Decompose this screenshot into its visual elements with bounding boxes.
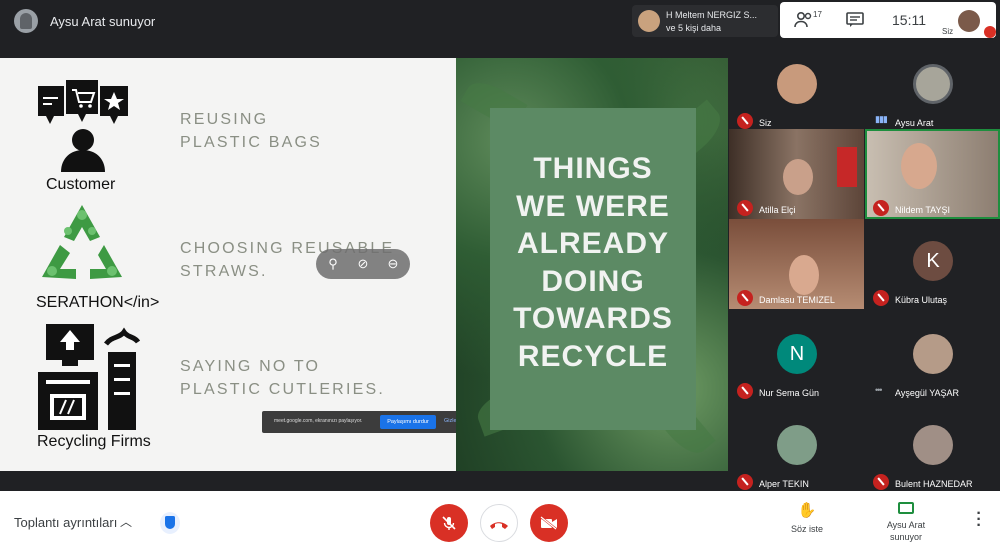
presentation-slide: Customer REUSING PLASTIC BAGS SERATHON</…	[0, 58, 728, 471]
screen-share-banner: meet.google.com, ekranınızı paylaşıyor. …	[262, 411, 462, 433]
end-call-button[interactable]	[480, 504, 518, 542]
slide-right-panel: THINGS WE WERE ALREADY DOING TOWARDS REC…	[456, 58, 728, 471]
customer-icon	[36, 78, 130, 174]
participant-tile-alper-tekin[interactable]: Alper TEKIN	[729, 403, 864, 493]
muted-mic-icon	[737, 200, 753, 216]
pin-icon[interactable]: ⚲	[324, 255, 342, 273]
participant-name: Nur Sema Gün	[759, 388, 820, 398]
participant-count: 17	[813, 10, 822, 19]
meeting-details-button[interactable]: Toplantı ayrıntıları	[14, 515, 117, 530]
hide-banner-link[interactable]: Gizle	[444, 418, 457, 424]
participant-name: Bulent HAZNEDAR	[895, 479, 973, 489]
participant-name: Alper TEKIN	[759, 479, 809, 489]
share-banner-text: meet.google.com, ekranınızı paylaşıyor.	[274, 418, 363, 424]
slide-title: THINGS WE WERE ALREADY DOING TOWARDS REC…	[513, 152, 673, 373]
participant-tile-nur-sema-gun[interactable]: N Nur Sema Gün	[729, 312, 864, 402]
muted-mic-icon	[737, 474, 753, 490]
clock: 15:11	[892, 12, 926, 28]
bottom-bar: Toplantı ayrıntıları ︿ ✋ Söz iste Aysu A…	[0, 491, 1000, 553]
participant-name: Damlasu TEMIZEL	[759, 295, 835, 305]
raise-hand-button[interactable]: ✋ Söz iste	[787, 501, 827, 537]
camera-off-icon	[540, 516, 557, 530]
recycle-icon	[34, 201, 130, 293]
presenter-avatar	[14, 9, 38, 33]
top-bar: Aysu Arat sunuyor H Meltem NERGIZ S... v…	[0, 0, 1000, 42]
remove-icon[interactable]: ⊖	[384, 255, 402, 273]
top-right-panel: 17 15:11 Siz	[780, 2, 996, 38]
slide-left-panel: Customer REUSING PLASTIC BAGS SERATHON</…	[0, 58, 462, 471]
participant-tile-atilla-elci[interactable]: Atilla Elçi	[729, 129, 864, 219]
meet-window: Aysu Arat sunuyor H Meltem NERGIZ S... v…	[0, 0, 1000, 553]
avatar	[777, 64, 817, 104]
more-dots-icon: •••	[875, 385, 883, 395]
speaking-icon: ▮▮▮	[875, 114, 888, 124]
item-label-customer: Customer	[46, 176, 116, 193]
stop-sharing-button[interactable]: Paylaşımı durdur	[380, 415, 436, 429]
presenting-label: Aysu Arat sunuyor	[886, 520, 926, 542]
slide-overlay-controls: ⚲ ⊘ ⊖	[316, 249, 410, 279]
participant-tile-bulent-haznedar[interactable]: Bulent HAZNEDAR	[865, 403, 1000, 493]
avatar: N	[777, 334, 817, 374]
muted-mic-icon	[873, 200, 889, 216]
avatar	[777, 425, 817, 465]
self-label: Siz	[942, 27, 954, 36]
chevron-up-icon[interactable]: ︿	[120, 513, 132, 530]
avatar: K	[913, 241, 953, 281]
shield-icon[interactable]	[160, 512, 180, 534]
video-person	[789, 255, 819, 295]
self-avatar[interactable]	[958, 10, 980, 32]
participant-tile-damlasu-temizel[interactable]: Damlasu TEMIZEL	[729, 219, 864, 309]
item-label-recycling-firms: Recycling Firms	[37, 433, 151, 450]
join-notification[interactable]: H Meltem NERGIZ S... ve 5 kişi daha	[632, 5, 778, 37]
muted-mic-icon	[737, 113, 753, 129]
muted-mic-icon	[737, 290, 753, 306]
mic-off-icon	[442, 516, 456, 530]
hang-up-icon	[490, 522, 508, 529]
self-muted-icon	[984, 26, 996, 38]
present-screen-icon	[898, 502, 914, 514]
notification-line2: ve 5 kişi daha	[666, 23, 722, 33]
mute-overlay-icon[interactable]: ⊘	[354, 255, 372, 273]
chat-icon[interactable]	[846, 12, 864, 33]
mic-toggle-button[interactable]	[430, 504, 468, 542]
participant-name: Atilla Elçi	[759, 205, 796, 215]
participant-name: Nildem TAYŞI	[895, 205, 951, 215]
muted-mic-icon	[737, 383, 753, 399]
participant-name: Aysu Arat	[895, 118, 934, 128]
raise-hand-label: Söz iste	[790, 524, 823, 534]
notification-line1: H Meltem NERGIZ S...	[666, 10, 758, 20]
participant-tile-aysegul-yasar[interactable]: ••• Ayşegül YAŞAR	[865, 312, 1000, 402]
flag	[837, 147, 857, 187]
camera-toggle-button[interactable]	[530, 504, 568, 542]
video-person	[783, 159, 813, 195]
item-text-cutleries: SAYING NO TO PLASTIC CUTLERIES.	[180, 358, 385, 398]
more-options-icon[interactable]: · · ·	[974, 506, 984, 534]
avatar	[913, 334, 953, 374]
participant-tile-siz[interactable]: Siz	[729, 42, 864, 132]
hand-icon: ✋	[797, 502, 817, 519]
muted-mic-icon	[873, 474, 889, 490]
participant-name: Kübra Ulutaş	[895, 295, 948, 305]
video-person	[901, 143, 937, 189]
participant-name: Siz	[759, 118, 772, 128]
participant-tile-nildem-taysi[interactable]: Nildem TAYŞI	[865, 129, 1000, 219]
participant-name: Ayşegül YAŞAR	[895, 388, 960, 398]
participant-grid: Siz ▮▮▮ Aysu Arat Atilla Elçi Nildem TAY…	[729, 42, 1000, 493]
avatar	[913, 64, 953, 104]
item-label-serathon: SERATHON</in>	[36, 294, 160, 311]
presenting-button[interactable]: Aysu Arat sunuyor	[876, 501, 936, 543]
notification-avatar	[638, 10, 660, 32]
slide-title-box: THINGS WE WERE ALREADY DOING TOWARDS REC…	[490, 108, 696, 430]
muted-mic-icon	[873, 290, 889, 306]
participant-tile-aysu-arat[interactable]: ▮▮▮ Aysu Arat	[865, 42, 1000, 132]
factory-icon	[36, 320, 146, 432]
item-text-reusing: REUSING PLASTIC BAGS	[180, 111, 322, 151]
presenter-title: Aysu Arat sunuyor	[50, 14, 156, 29]
participant-tile-kubra-ulutas[interactable]: K Kübra Ulutaş	[865, 219, 1000, 309]
avatar	[913, 425, 953, 465]
